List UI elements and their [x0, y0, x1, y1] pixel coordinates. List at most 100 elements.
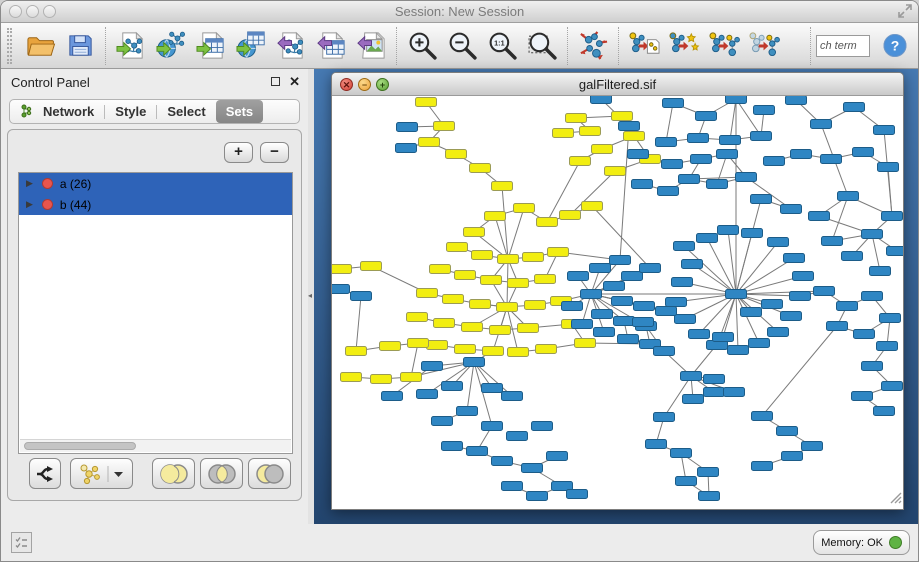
network-node[interactable]	[736, 173, 757, 182]
tab-sets[interactable]: Sets	[216, 100, 263, 123]
network-node-set-a[interactable]	[464, 228, 485, 237]
zoom-selected-button[interactable]	[522, 26, 562, 66]
filter-set-in-network-button[interactable]	[744, 26, 784, 66]
network-node[interactable]	[502, 392, 523, 401]
network-node[interactable]	[726, 96, 747, 104]
network-node[interactable]	[870, 267, 891, 276]
network-node-set-a[interactable]	[346, 347, 367, 356]
network-node-set-a[interactable]	[580, 127, 601, 136]
resize-grip-icon[interactable]	[889, 491, 902, 509]
export-image-button[interactable]	[351, 26, 391, 66]
network-node[interactable]	[842, 252, 863, 261]
network-node-set-a[interactable]	[525, 301, 546, 310]
network-node-set-a[interactable]	[514, 204, 535, 213]
network-node-set-a[interactable]	[536, 345, 557, 354]
network-node[interactable]	[786, 96, 807, 105]
network-node-set-a[interactable]	[443, 295, 464, 304]
network-node[interactable]	[754, 106, 775, 115]
network-node[interactable]	[782, 452, 803, 461]
network-node[interactable]	[671, 449, 692, 458]
network-node-set-a[interactable]	[508, 279, 529, 288]
add-set-button[interactable]: +	[224, 142, 253, 163]
network-node[interactable]	[809, 212, 830, 221]
intersect-sets-button[interactable]	[200, 458, 243, 489]
network-node[interactable]	[532, 422, 553, 431]
network-node[interactable]	[594, 328, 615, 337]
network-node[interactable]	[654, 413, 675, 422]
import-network-from-url-button[interactable]	[151, 26, 191, 66]
network-node[interactable]	[679, 175, 700, 184]
network-node-set-a[interactable]	[570, 157, 591, 166]
network-node-set-a[interactable]	[380, 342, 401, 351]
network-window[interactable]: ✕ − + galFiltered.sif	[331, 72, 904, 510]
network-node[interactable]	[351, 292, 372, 301]
network-node[interactable]	[764, 157, 785, 166]
set-list-item[interactable]: ▶b (44)	[19, 194, 292, 215]
network-node-set-a[interactable]	[455, 345, 476, 354]
memory-status[interactable]: Memory: OK	[813, 530, 910, 555]
network-node-set-a[interactable]	[447, 243, 468, 252]
remove-set-button[interactable]: −	[260, 142, 289, 163]
network-node[interactable]	[853, 148, 874, 157]
network-node[interactable]	[614, 317, 635, 326]
network-node[interactable]	[887, 247, 904, 256]
network-node[interactable]	[562, 302, 583, 311]
search-input[interactable]	[816, 35, 870, 57]
network-node[interactable]	[821, 155, 842, 164]
network-node[interactable]	[862, 230, 883, 239]
export-table-button[interactable]	[311, 26, 351, 66]
select-set-in-network-button[interactable]	[704, 26, 744, 66]
network-node[interactable]	[632, 180, 653, 189]
network-node-set-a[interactable]	[566, 114, 587, 123]
network-node[interactable]	[752, 412, 773, 421]
network-node-set-a[interactable]	[485, 212, 506, 221]
network-node-set-a[interactable]	[332, 265, 352, 274]
network-node[interactable]	[704, 375, 725, 384]
network-node[interactable]	[658, 187, 679, 196]
help-button[interactable]: ?	[882, 33, 908, 59]
network-node[interactable]	[827, 322, 848, 331]
network-node[interactable]	[698, 468, 719, 477]
network-node-set-a[interactable]	[497, 303, 518, 312]
network-node-set-a[interactable]	[417, 289, 438, 298]
network-node[interactable]	[793, 272, 814, 281]
network-node-set-a[interactable]	[553, 129, 574, 138]
network-node-set-a[interactable]	[434, 122, 455, 131]
network-node-set-a[interactable]	[535, 275, 556, 284]
network-node[interactable]	[622, 272, 643, 281]
network-node[interactable]	[852, 392, 873, 401]
network-node-set-a[interactable]	[498, 255, 519, 264]
network-node[interactable]	[699, 492, 720, 501]
network-node[interactable]	[482, 384, 503, 393]
network-node[interactable]	[467, 447, 488, 456]
network-node[interactable]	[752, 462, 773, 471]
network-node[interactable]	[822, 237, 843, 246]
create-set-from-selected-button[interactable]	[664, 26, 704, 66]
open-session-button[interactable]	[20, 26, 60, 66]
network-node-set-a[interactable]	[508, 348, 529, 357]
sets-list[interactable]: ▶a (26)▶b (44)	[18, 172, 293, 454]
network-node-set-a[interactable]	[612, 112, 633, 121]
network-node[interactable]	[672, 278, 693, 287]
float-panel-icon[interactable]	[271, 77, 280, 86]
network-node[interactable]	[581, 290, 602, 299]
union-sets-button[interactable]	[152, 458, 195, 489]
network-node[interactable]	[640, 264, 661, 273]
network-node[interactable]	[654, 347, 675, 356]
zoom-in-button[interactable]	[402, 26, 442, 66]
network-node-set-a[interactable]	[582, 202, 603, 211]
import-table-from-url-button[interactable]	[231, 26, 271, 66]
network-node[interactable]	[688, 134, 709, 143]
network-node[interactable]	[742, 229, 763, 238]
network-canvas[interactable]	[332, 96, 903, 510]
network-node[interactable]	[682, 260, 703, 269]
network-node[interactable]	[604, 282, 625, 291]
network-node[interactable]	[720, 136, 741, 145]
network-node[interactable]	[610, 256, 631, 265]
network-node[interactable]	[662, 160, 683, 169]
network-node[interactable]	[507, 432, 528, 441]
network-node[interactable]	[724, 388, 745, 397]
network-node-set-a[interactable]	[462, 323, 483, 332]
network-graph-svg[interactable]	[332, 96, 903, 510]
network-node[interactable]	[718, 226, 739, 235]
